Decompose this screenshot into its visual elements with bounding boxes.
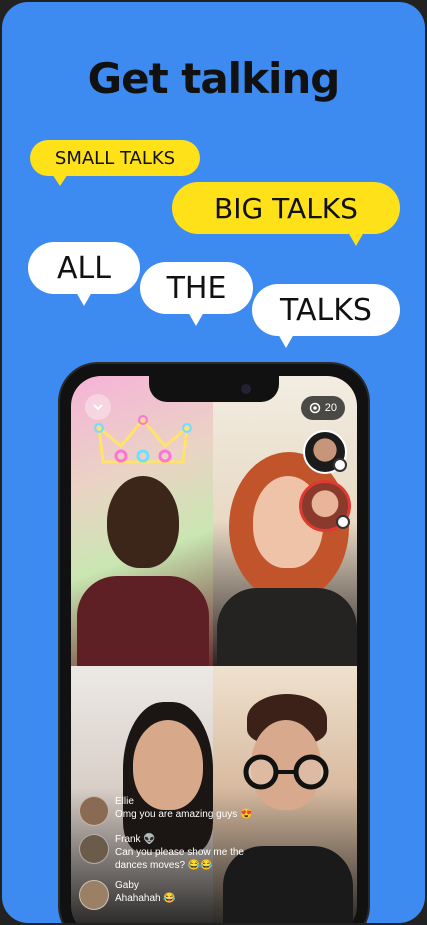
bubble-the: THE: [140, 262, 253, 326]
phone-notch: [149, 376, 279, 402]
eye-icon: [309, 402, 320, 414]
video-call-screen: 20 Ellie Omg you are amazing guys 😍 Fran…: [71, 376, 357, 923]
online-indicator: [336, 515, 350, 529]
phone-mockup: 20 Ellie Omg you are amazing guys 😍 Fran…: [60, 364, 368, 923]
chat-message: Gaby Ahahahah 😂: [79, 880, 259, 910]
chat-overlay: Ellie Omg you are amazing guys 😍 Frank 👽…: [79, 796, 259, 918]
chat-message: Ellie Omg you are amazing guys 😍: [79, 796, 259, 826]
promo-card: Get talking SMALL TALKS BIG TALKS ALL TH…: [2, 2, 425, 923]
chevron-down-icon: [93, 404, 103, 411]
bubble-talks: TALKS: [252, 284, 400, 348]
online-indicator: [333, 458, 347, 472]
avatar[interactable]: [79, 880, 109, 910]
participant-face: [107, 476, 179, 568]
chat-text: Ahahahah 😂: [115, 893, 176, 904]
chat-author: Gaby: [115, 880, 139, 891]
chat-text: Omg you are amazing guys 😍: [115, 809, 253, 820]
chat-message: Frank 👽 Can you please show me the dance…: [79, 834, 259, 872]
participant-shirt: [217, 588, 357, 666]
avatar[interactable]: [79, 796, 109, 826]
participant-count: 20: [324, 402, 337, 414]
collapse-button[interactable]: [85, 394, 111, 420]
bubble-big-talks: BIG TALKS: [172, 182, 400, 246]
video-tile-1[interactable]: [71, 376, 213, 666]
bubble-small-talks: SMALL TALKS: [30, 140, 200, 186]
headline: Get talking: [87, 54, 341, 103]
viewer-counter[interactable]: 20: [300, 396, 345, 420]
bubble-all: ALL: [28, 242, 140, 306]
chat-author: Ellie: [115, 796, 134, 807]
avatar[interactable]: [79, 834, 109, 864]
glasses-filter-icon: [243, 754, 329, 790]
viewer-avatar-2[interactable]: [299, 480, 351, 532]
viewer-avatar-1[interactable]: [303, 430, 347, 474]
participant-shirt: [77, 576, 209, 666]
chat-author: Frank 👽: [115, 834, 156, 845]
crown-filter-icon: [94, 415, 192, 464]
chat-text: Can you please show me the dances moves?…: [115, 847, 244, 871]
